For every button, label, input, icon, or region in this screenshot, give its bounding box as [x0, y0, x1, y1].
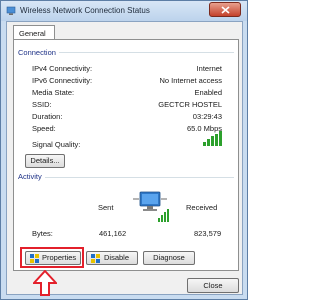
network-icon	[6, 6, 16, 15]
signal-quality-label: Signal Quality:	[32, 140, 81, 149]
general-panel: Connection IPv4 Connectivity: Internet I…	[13, 39, 239, 271]
ipv6-value: No Internet access	[159, 76, 222, 85]
network-activity-icon	[133, 191, 169, 222]
title-bar[interactable]: Wireless Network Connection Status	[1, 1, 247, 21]
media-state-value: Enabled	[194, 88, 222, 97]
close-icon	[221, 6, 230, 14]
details-button-label: Details...	[30, 156, 60, 165]
dialog-client: General Connection IPv4 Connectivity: In…	[6, 21, 243, 295]
tab-general[interactable]: General	[13, 25, 55, 40]
close-button[interactable]: Close	[187, 278, 239, 293]
close-button-label: Close	[203, 281, 223, 290]
status-window: Wireless Network Connection Status Gener…	[0, 0, 248, 300]
duration-label: Duration:	[32, 112, 63, 121]
bytes-received-value: 823,579	[194, 229, 222, 238]
diagnose-button-label: Diagnose	[153, 253, 185, 262]
disable-button-label: Disable	[104, 253, 130, 262]
bytes-sent-value: 461,162	[99, 229, 127, 238]
diagnose-button[interactable]: Diagnose	[143, 251, 195, 265]
connection-group-label: Connection	[18, 48, 59, 57]
ipv4-value: Internet	[196, 64, 222, 73]
activity-divider	[19, 177, 234, 178]
activity-group-label: Activity	[18, 172, 45, 181]
window-title: Wireless Network Connection Status	[20, 6, 150, 15]
ipv6-label: IPv6 Connectivity:	[32, 76, 93, 85]
sent-label: Sent	[98, 203, 114, 212]
ipv4-label: IPv4 Connectivity:	[32, 64, 93, 73]
duration-value: 03:29:43	[192, 112, 222, 121]
received-label: Received	[186, 203, 218, 212]
details-button[interactable]: Details...	[25, 154, 65, 168]
disable-button[interactable]: Disable	[86, 251, 138, 265]
tab-general-label: General	[19, 29, 46, 38]
ssid-value: GECTCR HOSTEL	[158, 100, 222, 109]
speed-label: Speed:	[32, 124, 56, 133]
annotation-arrow-icon	[33, 270, 57, 296]
ssid-label: SSID:	[32, 100, 52, 109]
title-close-button[interactable]	[209, 2, 241, 17]
properties-highlight	[20, 247, 84, 268]
bytes-label: Bytes:	[32, 229, 53, 238]
media-state-label: Media State:	[32, 88, 75, 97]
shield-icon	[91, 254, 100, 263]
signal-strength-icon	[203, 131, 222, 146]
